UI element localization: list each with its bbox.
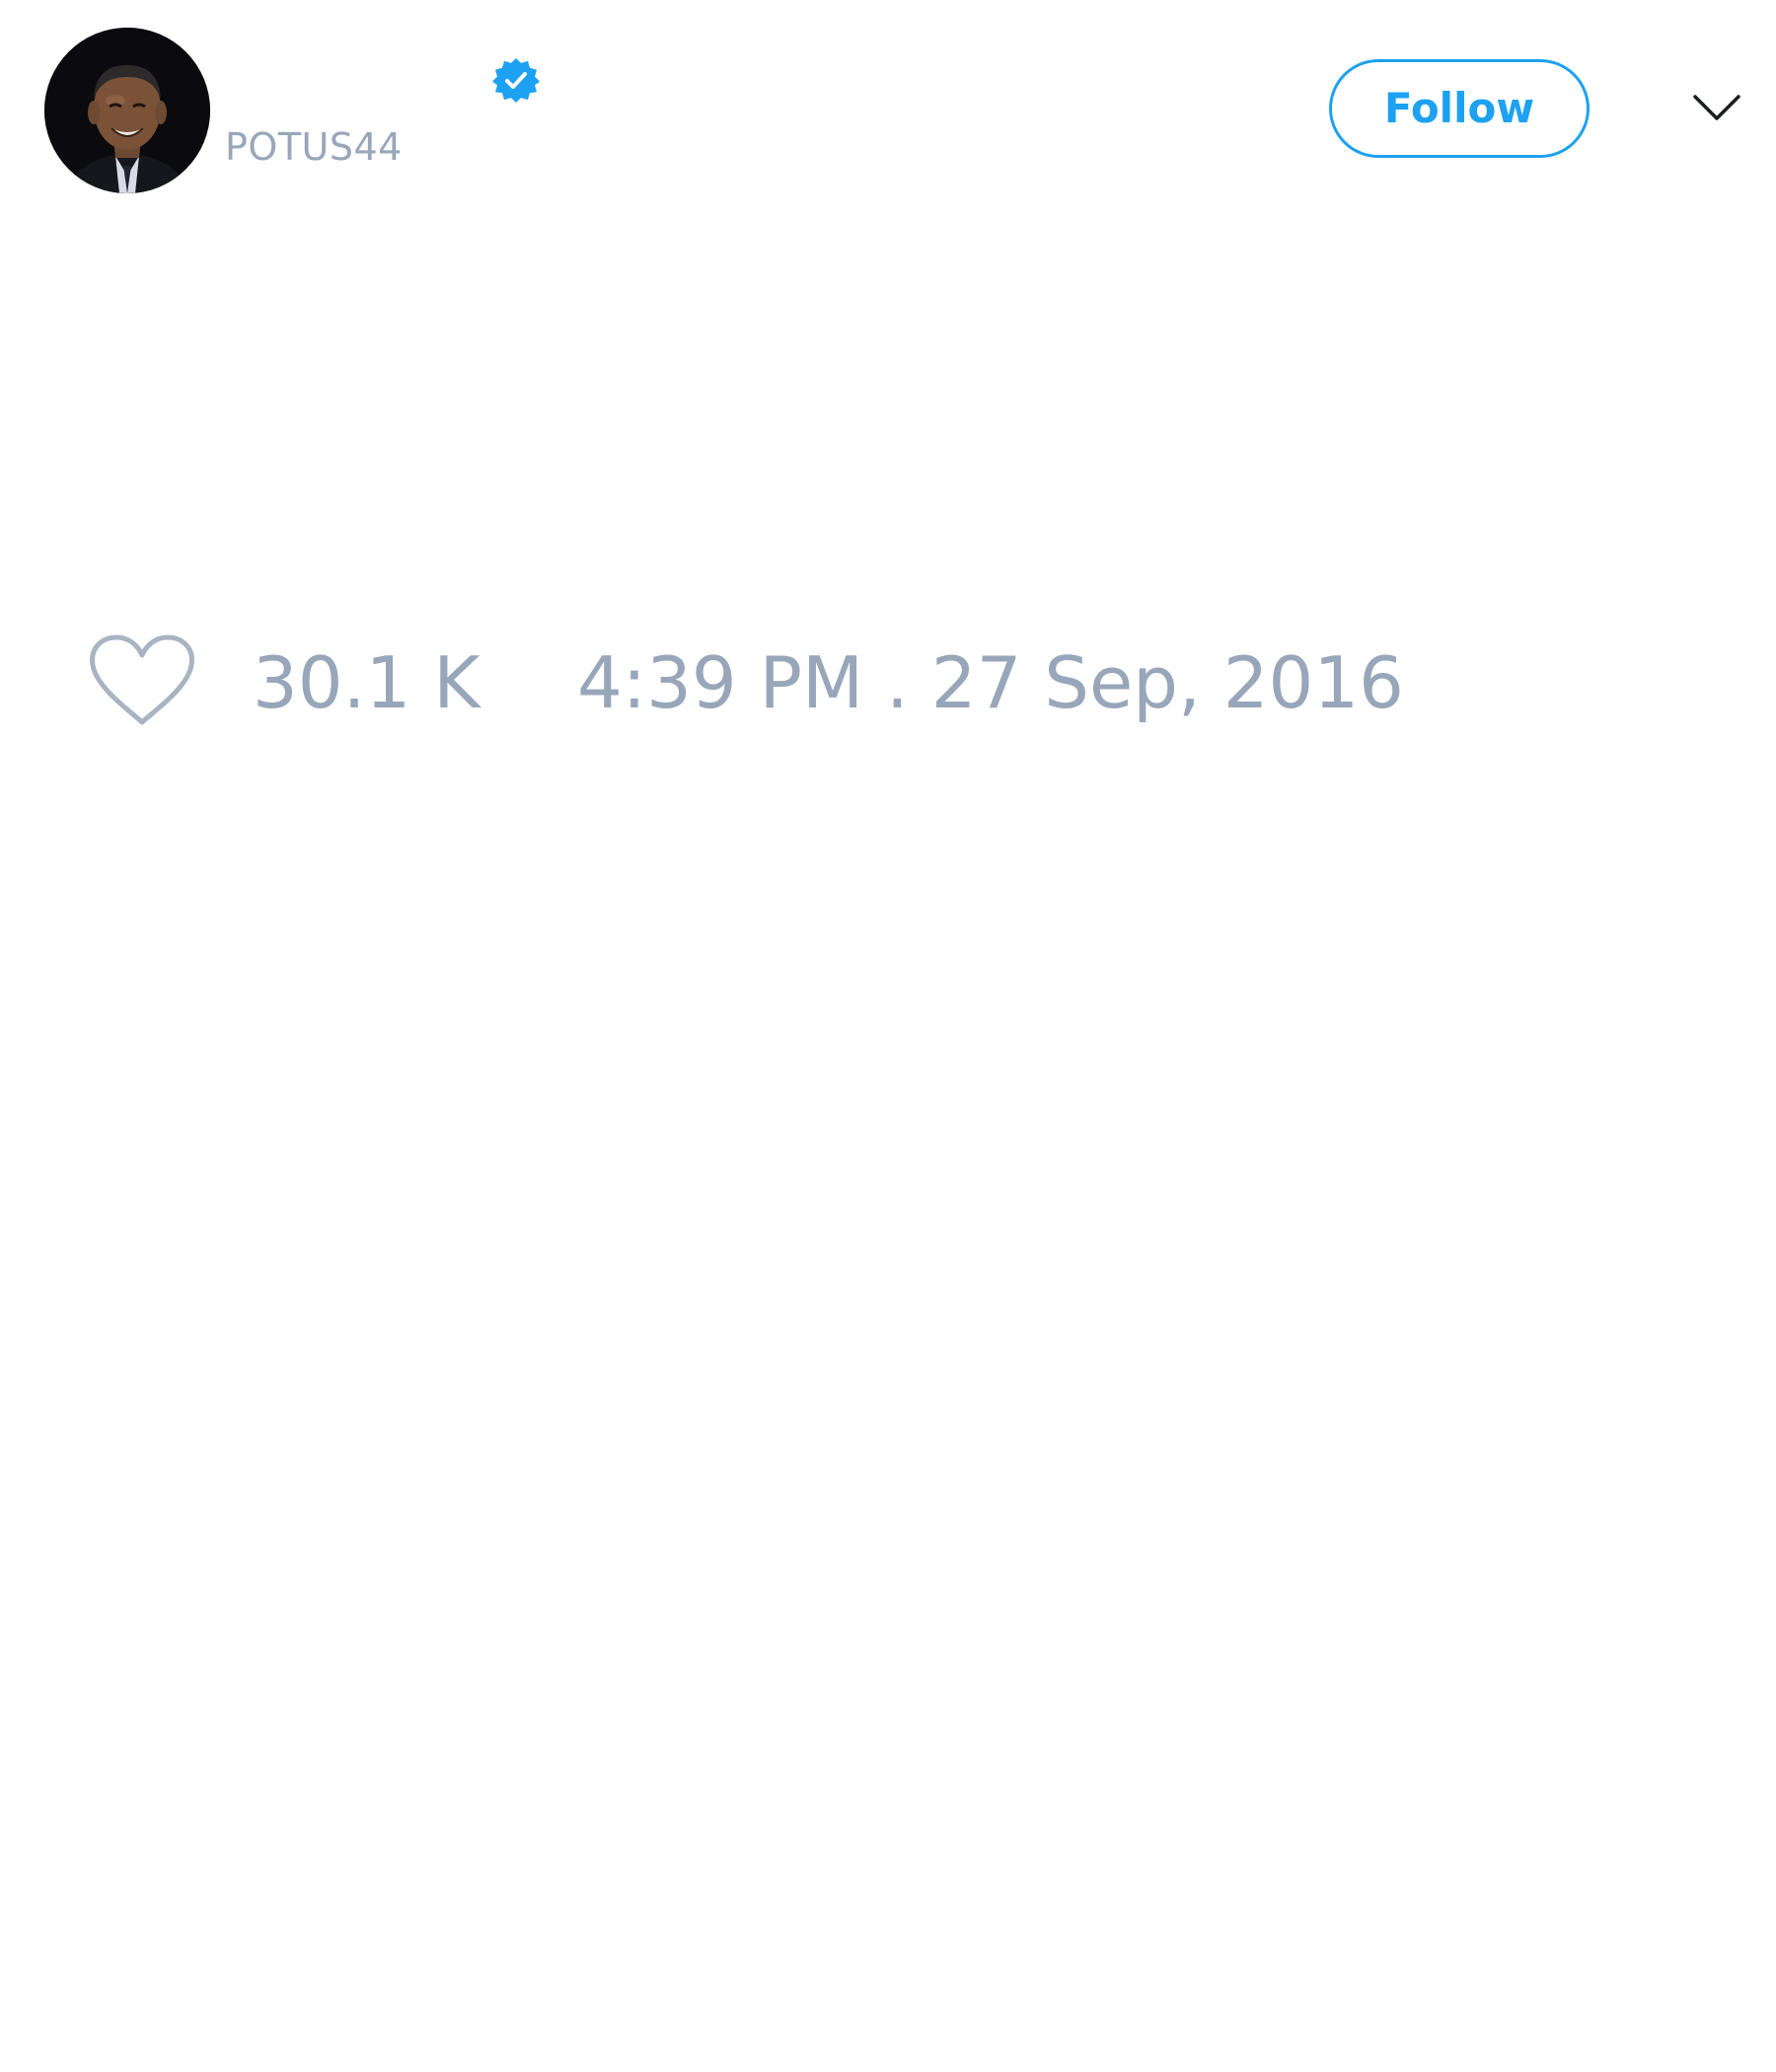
- like-count: 30.1 K: [253, 641, 481, 724]
- like-button[interactable]: [87, 631, 197, 730]
- avatar[interactable]: [44, 28, 210, 193]
- heart-outline-icon: [90, 634, 194, 725]
- avatar-photo: [44, 28, 210, 193]
- author-name-row[interactable]: [225, 57, 560, 107]
- tweet-timestamp[interactable]: 4:39 PM . 27 Sep, 2016: [577, 641, 1404, 724]
- follow-button[interactable]: Follow: [1329, 59, 1590, 158]
- user-handle[interactable]: POTUS44: [225, 124, 403, 170]
- chevron-down-icon[interactable]: [1689, 89, 1744, 128]
- tweet-card: POTUS44 Follow 30.1 K 4:39 PM . 27 Sep, …: [0, 0, 1776, 2072]
- verified-badge-icon: [492, 57, 540, 105]
